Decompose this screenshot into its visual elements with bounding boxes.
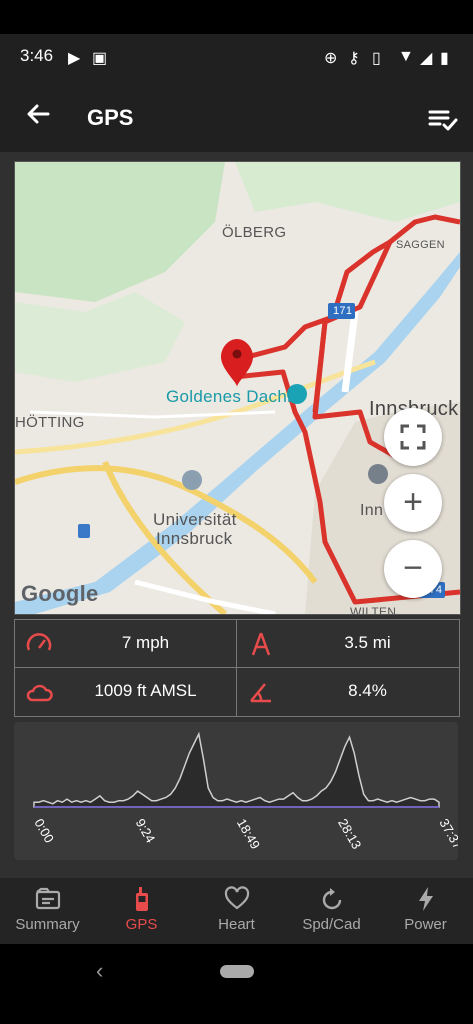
refresh-icon	[284, 886, 379, 912]
angle-icon	[250, 683, 271, 703]
notification-icon: ▣	[92, 50, 108, 67]
nav-power-label: Power	[404, 916, 447, 933]
x-tick-label: 9:24	[133, 816, 159, 845]
altitude-value: 1009 ft AMSL	[94, 681, 197, 700]
x-tick-label: 0:00	[31, 816, 57, 845]
wifi-icon: ▼	[398, 48, 414, 65]
nav-summary-label: Summary	[15, 916, 80, 933]
home-pill[interactable]	[220, 965, 254, 978]
data-saver-icon: ⊕	[324, 50, 338, 67]
stat-distance: 3.5 mi	[237, 620, 458, 667]
map-label-goldenes-dachl: Goldenes Dachl	[166, 387, 292, 406]
summary-icon	[0, 886, 95, 912]
map-label-universitat: Universität	[153, 510, 237, 529]
stat-grade: 8.4%	[237, 668, 458, 715]
fullscreen-button[interactable]	[384, 408, 442, 466]
map-label-inn: Inn	[360, 502, 384, 519]
gps-device-icon	[94, 886, 189, 912]
status-bar: 3:46 ▶ ▣ ⊕ ⚷ ▯ ▼ ◢ ▮	[0, 34, 473, 86]
battery-icon: ▮	[440, 50, 449, 67]
bottom-navigation: Summary GPS Heart Spd/Cad Power	[0, 878, 473, 944]
map-label-universitat-city: Innsbruck	[156, 529, 233, 548]
vibrate-icon: ▯	[372, 50, 381, 67]
nav-summary[interactable]: Summary	[0, 878, 95, 944]
elevation-chart-svg: 0:00 9:24 18:49 28:13 37:37	[31, 731, 466, 852]
elevation-area	[33, 731, 440, 808]
google-logo: Google	[21, 581, 99, 606]
speed-value: 7 mph	[121, 633, 170, 652]
map-label-olberg: ÖLBERG	[222, 224, 287, 241]
zoom-in-button[interactable]: +	[384, 474, 442, 532]
x-tick-label: 18:49	[234, 816, 263, 852]
x-tick-label: 37:37	[436, 816, 458, 852]
nav-heart[interactable]: Heart	[189, 878, 284, 944]
distance-value: 3.5 mi	[344, 633, 391, 652]
play-store-icon: ▶	[68, 50, 81, 67]
nav-heart-label: Heart	[218, 916, 255, 933]
nav-spd-cad[interactable]: Spd/Cad	[284, 878, 379, 944]
lightning-icon	[378, 886, 473, 912]
nav-power[interactable]: Power	[378, 878, 473, 944]
heart-icon	[189, 886, 284, 912]
cloud-icon	[26, 684, 53, 702]
map-label-wilten: WILTEN	[350, 605, 397, 615]
nav-spd-cad-label: Spd/Cad	[302, 916, 361, 933]
compass-distance-icon	[251, 632, 271, 656]
stat-speed: 7 mph	[15, 620, 236, 667]
map-label-saggen: SAGGEN	[396, 239, 445, 251]
zoom-out-button[interactable]: −	[384, 540, 442, 598]
route-shield-171: 171	[333, 305, 353, 317]
map-view[interactable]: ÖLBERG SAGGEN HÖTTING Goldenes Dachl Inn…	[14, 161, 461, 615]
top-black-band	[0, 0, 473, 34]
elevation-chart: 0:00 9:24 18:49 28:13 37:37	[14, 722, 466, 860]
speedometer-icon	[26, 633, 52, 651]
vpn-key-icon: ⚷	[348, 50, 360, 67]
signal-icon: ◢	[420, 50, 433, 67]
system-back-icon[interactable]: ‹	[96, 958, 103, 984]
back-arrow-icon[interactable]	[20, 100, 56, 136]
nav-gps-label: GPS	[125, 916, 158, 933]
page-title: GPS	[87, 105, 134, 130]
map-label-hotting: HÖTTING	[15, 414, 85, 431]
grade-value: 8.4%	[348, 681, 387, 700]
status-time: 3:46	[20, 46, 54, 65]
app-bar: GPS	[0, 86, 473, 152]
x-tick-label: 28:13	[335, 816, 364, 852]
checklist-menu-icon[interactable]	[427, 104, 459, 136]
stat-altitude: 1009 ft AMSL	[15, 668, 236, 715]
fullscreen-icon	[400, 424, 426, 450]
system-navigation-bar: ‹	[0, 944, 473, 1024]
nav-gps[interactable]: GPS	[94, 878, 189, 944]
stats-grid: 7 mph 3.5 mi 1009 ft AMSL 8.4%	[14, 619, 460, 717]
